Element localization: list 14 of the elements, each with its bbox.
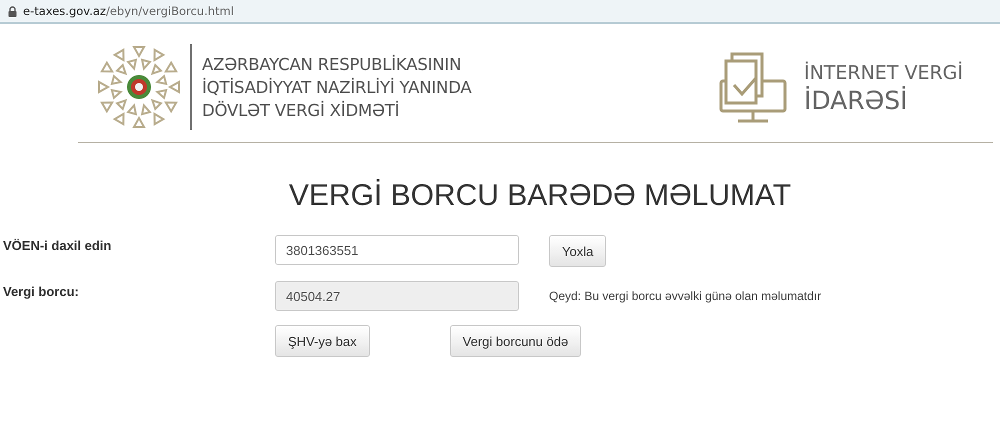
voen-label: VÖEN-i daxil edin: [3, 237, 112, 253]
organization-name: AZƏRBAYCAN RESPUBLİKASININ İQTİSADİYYAT NAZİRLİYİ YANINDA DÖVLƏT VERGİ XİDMƏTİ: [202, 54, 472, 122]
view-button[interactable]: ŞHV-yə bax: [275, 325, 370, 357]
service-name: İNTERNET VERGİ İDARƏSİ: [804, 60, 963, 115]
voen-field[interactable]: 3801363551: [275, 235, 519, 265]
note-text: Qeyd: Bu vergi borcu əvvəlki günə olan məlumatdır: [549, 288, 822, 303]
lock-icon: [8, 6, 17, 16]
page-title: VERGİ BORCU BARƏDƏ MƏLUMAT: [288, 179, 792, 213]
address-url[interactable]: e-taxes.gov.az/ebyn/vergiBorcu.html: [23, 4, 234, 18]
emblem-logo-icon: [96, 44, 182, 130]
check-button[interactable]: Yoxla: [549, 235, 606, 267]
pay-button[interactable]: Vergi borcunu ödə: [450, 325, 582, 357]
monitor-check-icon: [718, 51, 788, 123]
debt-label: Vergi borcu:: [3, 283, 80, 299]
